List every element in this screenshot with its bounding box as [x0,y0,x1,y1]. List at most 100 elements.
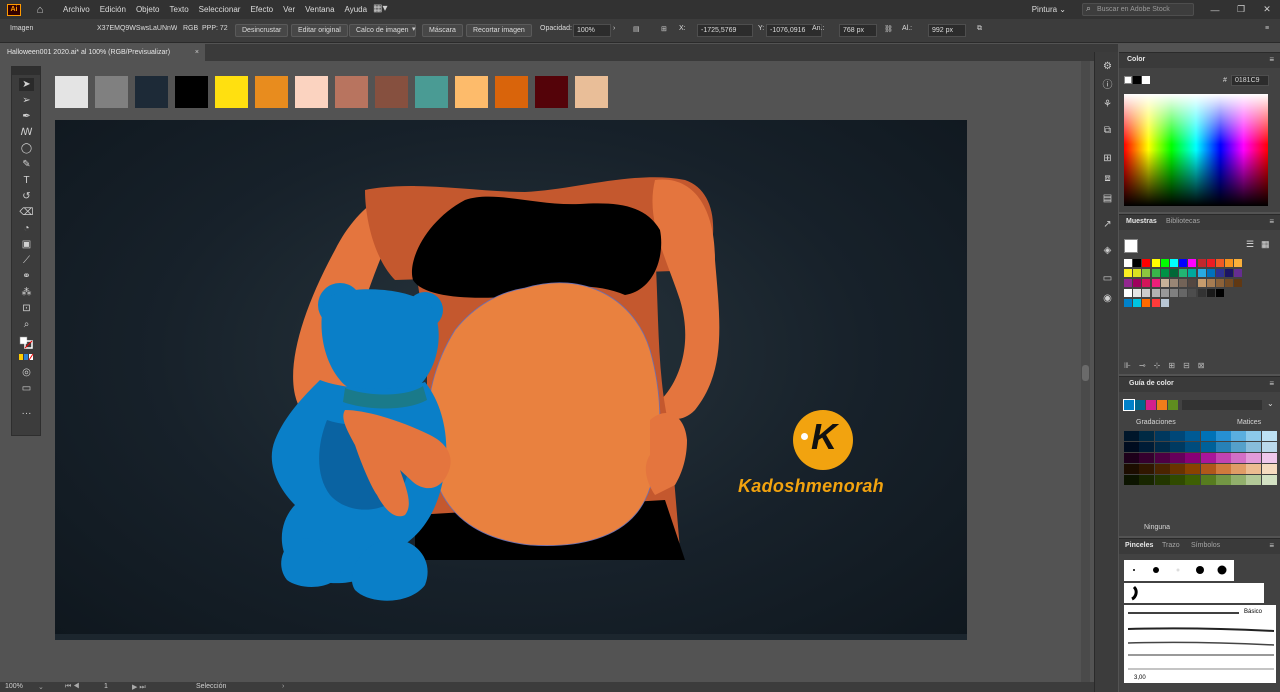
swatch[interactable] [1151,269,1160,277]
swatch[interactable] [1142,259,1151,267]
guide-swatch[interactable] [1246,453,1262,463]
guide-swatch[interactable] [1169,464,1185,474]
guide-swatch[interactable] [1154,453,1170,463]
swatch[interactable] [1160,299,1169,307]
artboard-swatch[interactable] [335,76,368,108]
workspace-switcher[interactable]: Pintura ⌄ [1032,5,1066,14]
guide-swatch[interactable] [1139,442,1155,452]
artboard-next-icon[interactable]: ▶ ⏭ [132,683,146,692]
swatch[interactable] [1216,259,1224,267]
swatch[interactable] [1179,259,1188,267]
swatch[interactable] [1179,269,1188,277]
swatch[interactable] [1170,289,1178,297]
swatch[interactable] [1188,289,1197,297]
trace-dropdown-icon[interactable]: ▾ [412,25,416,33]
brush-preview-1[interactable] [1124,583,1264,603]
zoom-tool-icon[interactable]: ⌕ [19,318,34,331]
tab-simbolos[interactable]: Símbolos [1191,542,1220,549]
reference-point-icon[interactable]: ⊞ [661,25,667,33]
swatch[interactable] [1197,289,1206,297]
guide-swatch[interactable] [1215,442,1231,452]
guide-swatch[interactable] [1124,442,1139,452]
transparency-icon[interactable]: ▤ [1101,192,1114,205]
vertical-scrollbar[interactable] [1081,61,1090,682]
black-swatch[interactable] [1133,76,1141,84]
swatch[interactable] [1151,259,1160,267]
guide-swatch[interactable] [1200,442,1216,452]
tools-panel-header[interactable] [12,67,40,75]
export-icon[interactable]: ↗ [1101,218,1114,231]
brush-presets-row[interactable] [1124,560,1234,581]
menu-seleccionar[interactable]: Seleccionar [199,5,241,14]
tab-muestras[interactable]: Muestras [1126,218,1157,225]
swatch[interactable] [1151,289,1160,297]
link-proportions-icon[interactable]: ⛓ [884,25,893,33]
guide-swatch[interactable] [1185,431,1201,441]
guide-swatch[interactable] [1139,431,1155,441]
close-tab-icon[interactable]: × [195,44,199,61]
color-panel-title[interactable]: Color [1127,56,1145,63]
width-input[interactable]: 768 px [839,24,877,37]
properties-icon[interactable]: ⚙ [1101,60,1114,73]
appearance-icon[interactable]: ◉ [1101,292,1114,305]
guide-swatch[interactable] [1169,475,1185,485]
guide-swatch[interactable] [1185,475,1201,485]
swatches-menu-icon[interactable]: ≡ [1269,217,1274,226]
color-guide-menu-icon[interactable]: ≡ [1269,379,1274,388]
eraser-tool-icon[interactable]: ⌫ [19,206,34,219]
swatch[interactable] [1133,259,1142,267]
transform-icon[interactable]: ⧉ [977,25,982,33]
height-input[interactable]: 992 px [928,24,966,37]
guide-swatch[interactable] [1154,475,1170,485]
shape-builder-tool-icon[interactable]: ◔ [19,222,34,235]
guide-swatch[interactable] [1169,442,1185,452]
artboard-tool-icon[interactable]: ⊡ [19,302,34,315]
crop-image-button[interactable]: Recortar imagen [466,24,532,37]
swatch[interactable] [1206,269,1215,277]
grid-view-icon[interactable]: ▦ [1261,239,1270,250]
character-icon[interactable]: ⚘ [1101,98,1114,111]
menu-efecto[interactable]: Efecto [250,5,273,14]
swatch[interactable] [1160,269,1169,277]
swatch[interactable] [1160,279,1169,287]
type-tool-icon[interactable]: T [19,174,34,187]
guide-swatch[interactable] [1246,464,1262,474]
guide-swatch[interactable] [1185,464,1201,474]
harmony-swatch[interactable] [1146,400,1156,410]
guide-swatch[interactable] [1124,453,1139,463]
control-bar-menu-icon[interactable]: ≡ [1265,25,1269,32]
artboard-swatch[interactable] [295,76,328,108]
guide-swatch[interactable] [1139,464,1155,474]
swatch[interactable] [1170,269,1178,277]
color-guide-grid[interactable] [1124,431,1277,486]
swatch[interactable] [1133,269,1142,277]
guide-swatch[interactable] [1124,464,1139,474]
swatch[interactable] [1206,279,1215,287]
minimize-button[interactable]: — [1202,5,1228,15]
more-tools-icon[interactable]: ··· [19,407,34,420]
draw-mode-icon[interactable]: ◎ [19,366,34,379]
swatch[interactable] [1234,269,1243,277]
guide-swatch[interactable] [1154,431,1170,441]
guide-swatch[interactable] [1200,453,1216,463]
swatch[interactable] [1206,289,1215,297]
swatch[interactable] [1216,279,1224,287]
swatch[interactable] [1188,269,1197,277]
guide-swatch[interactable] [1215,464,1231,474]
adobe-stock-search[interactable]: Buscar en Adobe Stock [1082,3,1194,16]
illustration[interactable] [55,120,967,638]
swatch[interactable] [1197,269,1206,277]
guide-swatch[interactable] [1246,431,1262,441]
artboard-swatch[interactable] [375,76,408,108]
embed-button[interactable]: Desincrustar [235,24,289,37]
artboard-swatch[interactable] [255,76,288,108]
artboards-icon[interactable]: ▭ [1101,272,1114,285]
opacity-chevron-icon[interactable]: › [613,25,615,32]
layers-icon[interactable]: ◈ [1101,244,1114,257]
guide-swatch[interactable] [1200,431,1216,441]
guide-swatch[interactable] [1231,453,1247,463]
swatch[interactable] [1179,289,1188,297]
harmony-colors[interactable] [1123,399,1274,411]
guide-swatch[interactable] [1261,475,1277,485]
guide-swatch[interactable] [1261,453,1277,463]
